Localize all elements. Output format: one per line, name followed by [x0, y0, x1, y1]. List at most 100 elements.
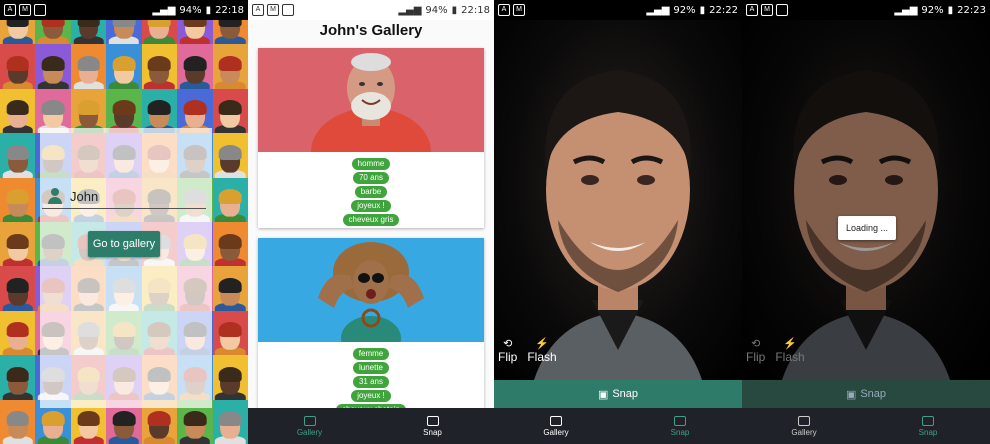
avatar-tile [0, 266, 36, 311]
gallery-icon [303, 415, 316, 426]
notification-icon: M [761, 4, 773, 16]
tab-snap[interactable]: Snap [371, 408, 494, 444]
avatar-tile [212, 355, 248, 400]
snap-label: Snap [860, 388, 887, 400]
camera-screen: AM ▂▄▆92%▮22:22 ⟲ Flip ⚡ Flash ▣ Snap [494, 0, 742, 444]
flash-button[interactable]: ⚡ Flash [775, 338, 804, 364]
avatar-tile [212, 88, 248, 134]
bottom-navigation: Gallery Snap [494, 408, 742, 444]
clock: 22:18 [461, 4, 490, 16]
battery-level: 92% [673, 4, 696, 16]
status-bar: AM ▂▄▆ 94% ▮ 22:18 [248, 0, 494, 20]
name-input[interactable]: John [70, 189, 98, 204]
flash-button[interactable]: ⚡ Flash [527, 338, 556, 364]
avatar-hair [6, 366, 30, 382]
avatar-tile [212, 399, 248, 444]
camera-loading-screen: AM ▂▄▆ 92% ▮ 22:23 Loading ... ⟲ Flip ⚡ Fla… [742, 0, 990, 444]
avatar-hair [6, 411, 30, 427]
avatar-hair [6, 189, 30, 205]
signal-icon: ▂▄▆ [152, 4, 176, 16]
tab-snap-label: Snap [423, 427, 442, 437]
camera-icon [426, 415, 439, 426]
avatar-tile [0, 355, 36, 400]
flash-label: Flash [775, 350, 805, 364]
avatar-tile [212, 177, 248, 222]
gallery-card[interactable]: homme 70 ans barbe joyeux ! cheveux gris [258, 48, 484, 228]
flip-button[interactable]: ⟲ Flip [498, 338, 517, 364]
tab-snap[interactable]: Snap [618, 408, 742, 444]
avatar-hair [6, 144, 30, 160]
notification-icon: A [4, 4, 16, 16]
avatar-tile [212, 266, 248, 311]
tag: joyeux ! [351, 390, 391, 402]
tag: cheveux gris [342, 214, 400, 226]
avatar-tile [212, 44, 248, 89]
snap-button[interactable]: ▣ Snap [742, 380, 990, 408]
tag: barbe [354, 186, 388, 198]
avatar-tile [212, 222, 248, 267]
tab-gallery[interactable]: Gallery [742, 408, 866, 444]
snap-button[interactable]: ▣ Snap [494, 380, 742, 408]
avatar-hair [112, 411, 136, 427]
avatar-tile [141, 44, 178, 89]
avatar-hair [6, 322, 30, 338]
battery-level: 92% [921, 4, 944, 16]
notification-icon: A [746, 4, 758, 16]
avatar-hair [218, 277, 242, 294]
avatar-hair [218, 189, 242, 205]
avatar-tile [0, 44, 36, 89]
battery-icon: ▮ [205, 4, 212, 16]
avatar-hair [218, 366, 242, 382]
snap-icon: ▣ [597, 388, 609, 401]
snap-icon: ▣ [845, 388, 857, 401]
camera-preview [742, 20, 990, 380]
avatar-hair [41, 411, 65, 427]
battery-icon: ▮ [451, 4, 458, 16]
name-field[interactable]: John [42, 184, 206, 209]
avatar-hair [112, 100, 136, 116]
avatar-tile [212, 133, 248, 178]
camera-controls: ⟲ Flip ⚡ Flash [498, 338, 557, 364]
avatar-hair [218, 144, 242, 160]
gallery-card[interactable]: femme lunette 31 ans joyeux ! cheveux ch… [258, 238, 484, 418]
flip-button[interactable]: ⟲ Flip [746, 338, 765, 364]
notification-icon: A [498, 4, 510, 16]
avatar-hair [183, 100, 207, 116]
avatar-tile [0, 88, 36, 134]
camera-controls: ⟲ Flip ⚡ Flash [746, 338, 805, 364]
avatar-tile [70, 44, 107, 89]
avatar-hair [6, 277, 30, 294]
clock: 22:18 [215, 4, 244, 16]
notification-icon: M [513, 4, 525, 16]
status-bar: AM ▂▄▆ 92% ▮ 22:22 [494, 0, 742, 20]
tag: joyeux ! [351, 200, 391, 212]
bottom-navigation: Gallery Snap [248, 408, 494, 444]
tab-gallery[interactable]: Gallery [494, 408, 618, 444]
clock: 22:23 [957, 4, 986, 16]
bag-icon [282, 4, 294, 16]
battery-level: 94% [179, 4, 202, 16]
tab-snap[interactable]: Snap [866, 408, 990, 444]
battery-icon: ▮ [947, 4, 954, 16]
flip-camera-icon: ⟲ [751, 338, 761, 350]
gallery-icon [550, 415, 562, 426]
avatar-hair [218, 233, 242, 249]
avatar-hair [218, 411, 242, 427]
avatar-tile [106, 44, 142, 89]
notification-icon: A [252, 4, 264, 16]
avatar-tile [212, 310, 248, 356]
tab-gallery[interactable]: Gallery [248, 408, 371, 444]
overlay-veil [40, 128, 212, 408]
avatar-hair [218, 55, 242, 72]
gallery-icon [798, 415, 810, 426]
notification-icon: M [19, 4, 31, 16]
status-bar: AM ▂▄▆ 94% ▮ 22:18 [0, 0, 248, 20]
avatar-hair [218, 322, 242, 338]
page-title: John's Gallery [319, 22, 423, 39]
avatar-hair [77, 100, 100, 116]
go-to-gallery-button[interactable]: Go to gallery [88, 231, 160, 257]
tag: 70 ans [352, 172, 390, 184]
camera-preview[interactable] [494, 20, 742, 380]
tag-list: homme 70 ans barbe joyeux ! cheveux gris [258, 152, 484, 226]
flash-icon: ⚡ [783, 338, 797, 350]
